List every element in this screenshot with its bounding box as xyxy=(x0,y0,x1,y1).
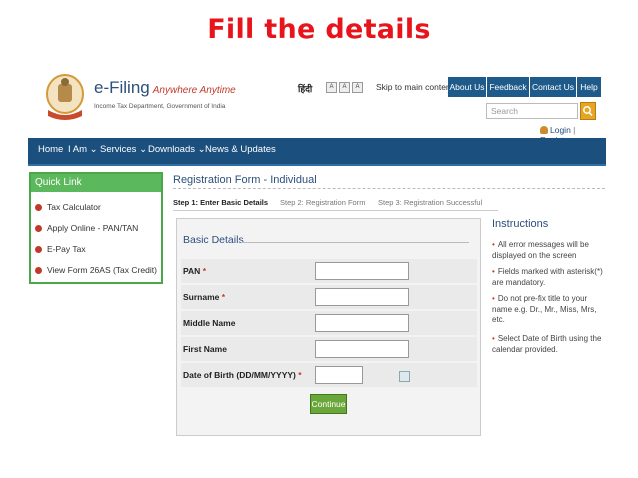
field-label: Date of Birth (DD/MM/YYYY) * xyxy=(183,370,302,380)
required-marker: * xyxy=(202,266,207,276)
nav-home[interactable]: Home xyxy=(38,144,63,155)
quick-link-label: View Form 26AS (Tax Credit) xyxy=(47,265,157,275)
bullet-icon xyxy=(35,204,42,211)
form-row-middle-name: Middle Name xyxy=(181,311,477,335)
dob-label: Date of Birth (DD/MM/YYYY) xyxy=(183,370,296,380)
brand-tagline: Anywhere Anytime xyxy=(152,85,236,96)
divider xyxy=(173,210,498,211)
quick-link-item[interactable]: View Form 26AS (Tax Credit) xyxy=(35,265,157,275)
emblem-logo xyxy=(46,74,84,120)
nav-i-am-label: I Am xyxy=(68,144,88,155)
search-button[interactable] xyxy=(580,102,596,120)
bullet-icon: • xyxy=(492,334,495,343)
field-label: Middle Name xyxy=(183,318,235,328)
brand-text: e-Filing xyxy=(94,78,150,97)
divider xyxy=(241,242,469,243)
contact-us-button[interactable]: Contact Us xyxy=(530,77,576,97)
nav-services[interactable]: Services ⌄ xyxy=(100,144,147,155)
skip-to-content-link[interactable]: Skip to main content xyxy=(376,82,453,92)
font-size-normal-button[interactable]: A xyxy=(339,82,350,93)
nav-i-am[interactable]: I Am ⌄ xyxy=(68,144,98,155)
search-input[interactable]: Search xyxy=(486,103,578,119)
instruction-item: • Fields marked with asterisk(*) are mand… xyxy=(492,267,604,288)
instruction-item: • Select Date of Birth using the calendar… xyxy=(492,334,604,355)
instruction-text: Fields marked with asterisk(*) are manda… xyxy=(492,267,603,287)
font-size-small-button[interactable]: A xyxy=(326,82,337,93)
nav-downloads-label: Downloads xyxy=(148,144,195,155)
quick-link-item[interactable]: E-Pay Tax xyxy=(35,244,86,254)
quick-link-item[interactable]: Tax Calculator xyxy=(35,202,101,212)
field-label: Surname * xyxy=(183,292,225,302)
required-marker: * xyxy=(221,292,226,302)
bullet-icon xyxy=(35,267,42,274)
divider xyxy=(173,188,605,189)
instruction-text: Select Date of Birth using the calendar … xyxy=(492,334,602,354)
surname-label: Surname xyxy=(183,292,220,302)
instruction-item: • All error messages will be displayed on… xyxy=(492,240,604,261)
help-button[interactable]: Help xyxy=(577,77,601,97)
step-2: Step 2: Registration Form xyxy=(280,198,366,207)
efiling-screenshot: e-Filing Anywhere Anytime Income Tax Depa… xyxy=(28,68,606,438)
quick-link-item[interactable]: Apply Online - PAN/TAN xyxy=(35,223,138,233)
nav-news-updates[interactable]: News & Updates xyxy=(205,144,276,155)
pan-input[interactable] xyxy=(315,262,409,280)
step-3: Step 3: Registration Successful xyxy=(378,198,483,207)
instruction-item: • Do not pre-fix title to your name e.g. … xyxy=(492,294,604,326)
nav-services-label: Services xyxy=(100,144,137,155)
quick-link-title: Quick Link xyxy=(31,174,161,192)
bullet-icon xyxy=(35,225,42,232)
search-icon xyxy=(583,106,593,117)
pan-label: PAN xyxy=(183,266,201,276)
surname-input[interactable] xyxy=(315,288,409,306)
quick-link-label: Apply Online - PAN/TAN xyxy=(47,223,139,233)
site-header: e-Filing Anywhere Anytime Income Tax Depa… xyxy=(28,68,606,145)
form-title: Registration Form - Individual xyxy=(173,174,317,186)
quick-link-label: E-Pay Tax xyxy=(47,244,86,254)
instruction-text: All error messages will be displayed on … xyxy=(492,240,589,260)
bullet-icon: • xyxy=(492,294,495,303)
font-size-large-button[interactable]: A xyxy=(352,82,363,93)
department-name: Income Tax Department, Government of Ind… xyxy=(94,103,226,110)
basic-details-panel: Basic Details PAN * Surname * Middle Nam… xyxy=(176,218,481,436)
form-row-surname: Surname * xyxy=(181,285,477,309)
feedback-button[interactable]: Feedback xyxy=(487,77,529,97)
bullet-icon: • xyxy=(492,267,495,276)
main-nav: Home I Am ⌄ Services ⌄ Downloads ⌄ News … xyxy=(28,138,606,166)
first-name-input[interactable] xyxy=(315,340,409,358)
instruction-text: Do not pre-fix title to your name e.g. D… xyxy=(492,294,597,324)
bullet-icon xyxy=(35,246,42,253)
quick-link-label: Tax Calculator xyxy=(47,202,101,212)
user-icon xyxy=(540,126,548,134)
login-link[interactable]: Login xyxy=(550,125,571,135)
first-name-label: First Name xyxy=(183,344,227,354)
about-us-button[interactable]: About Us xyxy=(448,77,486,97)
calendar-icon[interactable] xyxy=(399,371,410,382)
middle-name-input[interactable] xyxy=(315,314,409,332)
required-marker: * xyxy=(298,370,302,380)
bullet-icon: • xyxy=(492,240,495,249)
field-label: First Name xyxy=(183,344,227,354)
nav-downloads[interactable]: Downloads ⌄ xyxy=(148,144,206,155)
section-title: Basic Details xyxy=(183,234,244,246)
continue-button[interactable]: Continue xyxy=(310,394,347,414)
slide-title: Fill the details xyxy=(207,14,431,45)
field-label: PAN * xyxy=(183,266,206,276)
language-link[interactable]: हिंदी xyxy=(298,82,312,95)
quick-link-panel: Quick Link Tax Calculator Apply Online -… xyxy=(29,172,163,284)
instructions-title: Instructions xyxy=(492,218,549,230)
dob-input[interactable] xyxy=(315,366,363,384)
form-row-pan: PAN * xyxy=(181,259,477,283)
form-row-dob: Date of Birth (DD/MM/YYYY) * xyxy=(181,363,477,387)
brand-name[interactable]: e-Filing Anywhere Anytime xyxy=(94,78,236,98)
form-row-first-name: First Name xyxy=(181,337,477,361)
middle-name-label: Middle Name xyxy=(183,318,236,328)
step-1: Step 1: Enter Basic Details xyxy=(173,198,269,207)
